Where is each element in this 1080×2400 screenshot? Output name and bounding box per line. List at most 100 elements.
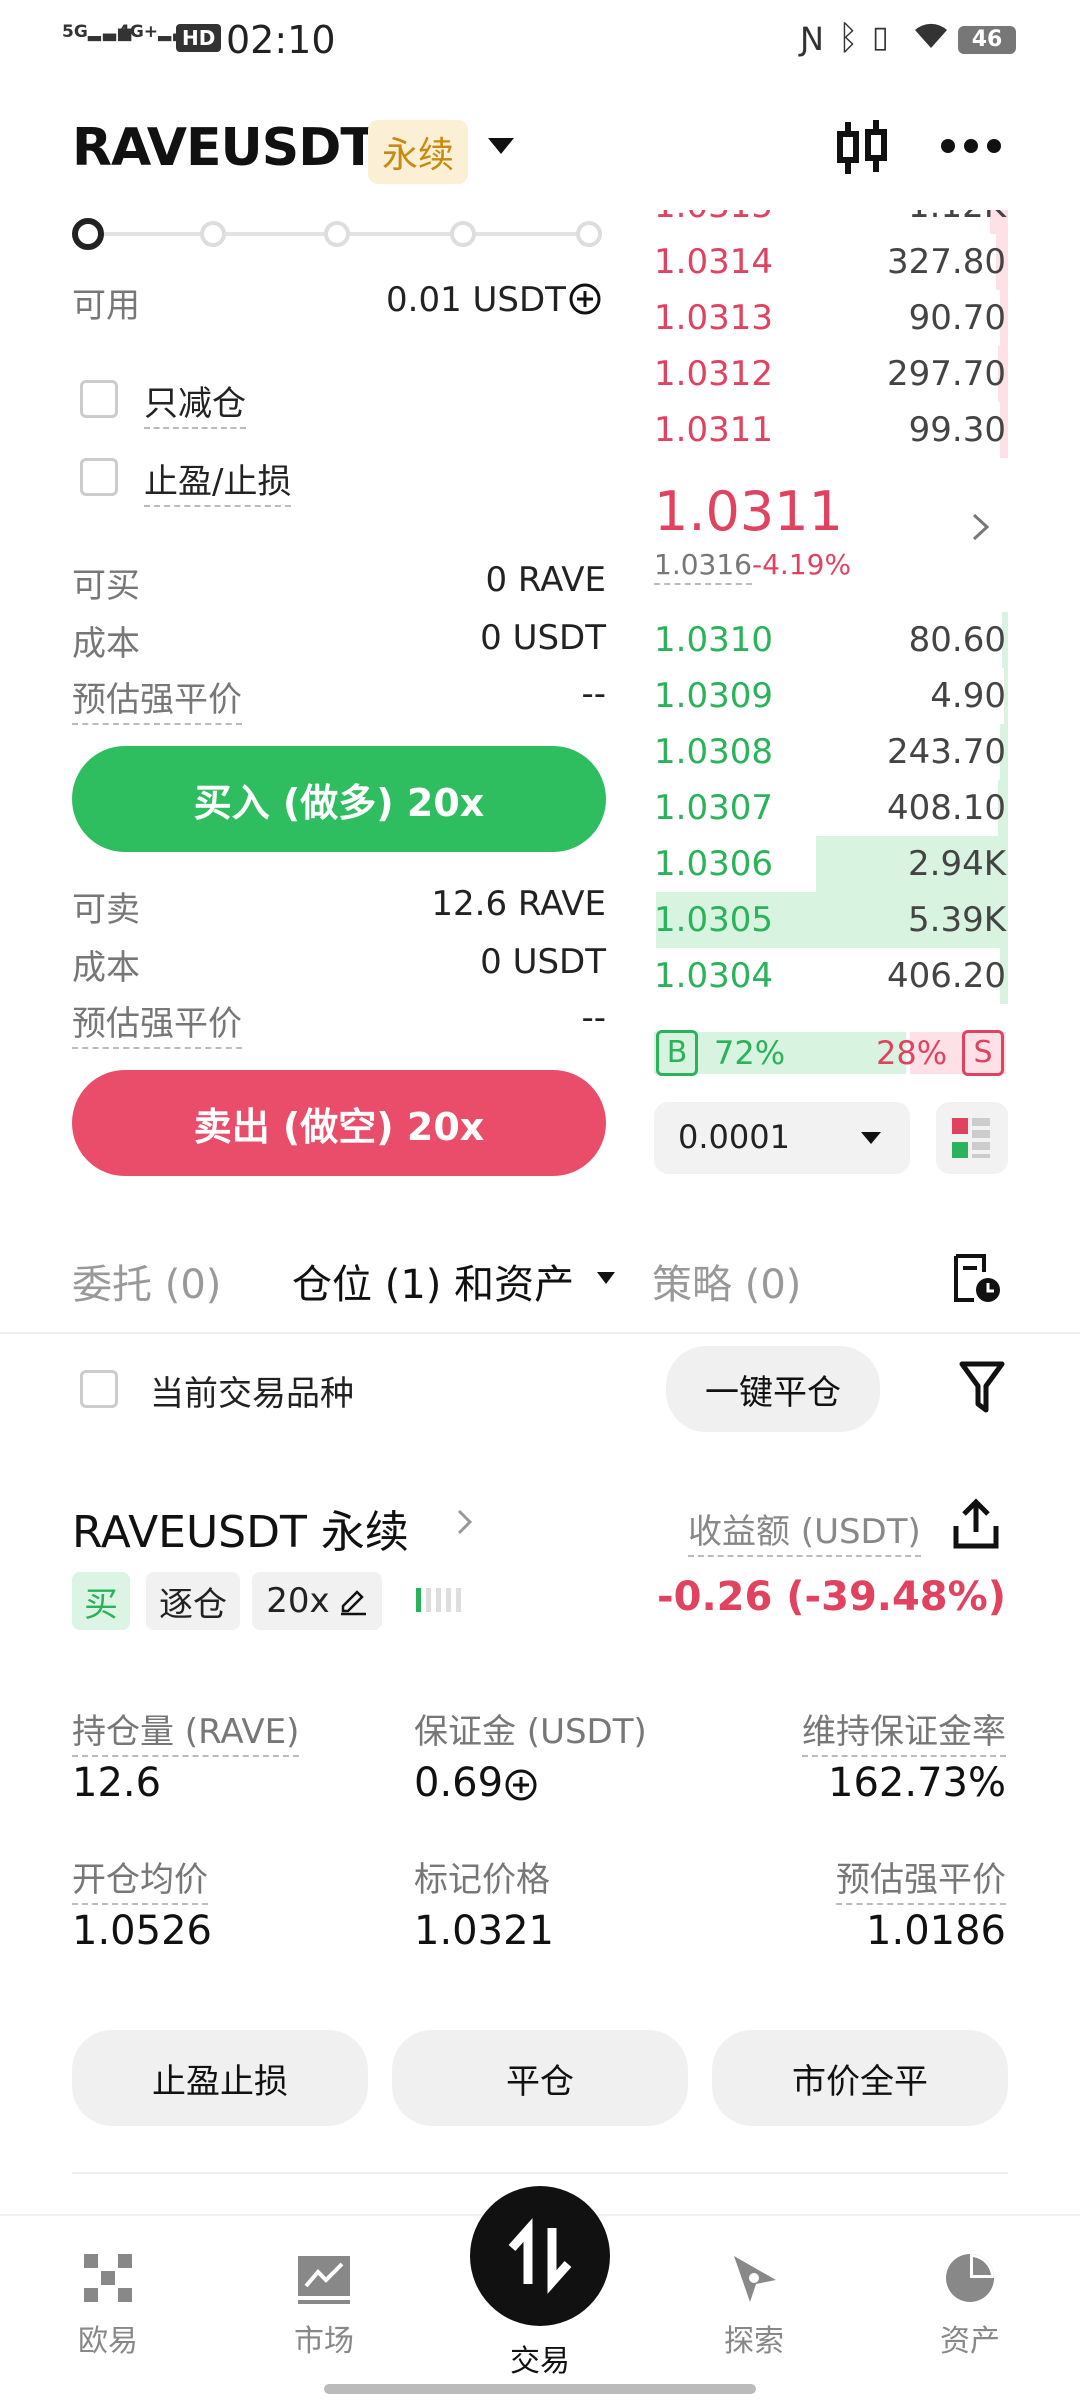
entry-price-label[interactable]: 开仓均价 [72,1852,208,1905]
nav-home[interactable]: 欧易 [40,2250,176,2360]
buy-liq-value: -- [581,674,606,714]
market-close-button[interactable]: 市价全平 [712,2030,1008,2126]
ask-row[interactable]: 1.0312 297.70 [654,346,1006,402]
buy-liq-label[interactable]: 预估强平价 [72,672,242,725]
order-book: 1.03151.12K 1.0314327.80 1.031390.70 1.0… [654,210,1008,1190]
market-chart-icon [296,2250,352,2306]
add-funds-icon[interactable] [568,282,602,320]
max-buy-value: 0 RAVE [485,560,606,600]
buy-long-button[interactable]: 买入 (做多) 20x [72,746,606,852]
reduce-only-label[interactable]: 只减仓 [144,376,246,429]
position-chevron-icon[interactable] [456,1508,474,1540]
ask-row[interactable]: 1.03151.12K [654,210,1006,234]
section-divider [72,2172,1008,2174]
size-label[interactable]: 持仓量 (RAVE) [72,1704,300,1757]
pie-chart-icon [942,2250,998,2306]
nav-assets-label: 资产 [940,2324,1000,2359]
mark-price-label: 标记价格 [414,1860,550,1900]
available-label: 可用 [72,286,140,326]
sell-short-button[interactable]: 卖出 (做空) 20x [72,1070,606,1176]
candlestick-chart-icon[interactable] [832,118,892,182]
entry-price-value: 1.0526 [72,1908,212,1954]
bid-row[interactable]: 1.0305 5.39K [654,892,1006,948]
tab-positions[interactable]: 仓位 (1) 和资产 [292,1252,574,1310]
tp-sl-label[interactable]: 止盈/止损 [144,454,292,507]
current-symbol-checkbox[interactable] [80,1370,118,1408]
pair-title[interactable]: RAVEUSDT [72,118,376,178]
pnl-label[interactable]: 收益额 (USDT) [688,1504,921,1557]
bid-row[interactable]: 1.0310 80.60 [654,612,1006,668]
share-icon[interactable] [950,1496,1002,1556]
nav-explore-label: 探索 [724,2324,784,2359]
add-margin-icon[interactable] [504,1768,538,1806]
nav-home-label: 欧易 [78,2324,138,2359]
tp-sl-button[interactable]: 止盈止损 [72,2030,368,2126]
book-layout-icon[interactable] [936,1102,1008,1174]
tab-strategies[interactable]: 策略 (0) [652,1252,801,1310]
nav-explore[interactable]: 探索 [686,2250,822,2360]
close-position-button[interactable]: 平仓 [392,2030,688,2126]
compass-icon [726,2250,782,2306]
battery-icon: 46 [958,26,1016,54]
nfc-icon: Ɲ [800,20,824,58]
slider-stop[interactable] [324,221,350,247]
last-price[interactable]: 1.0311 [654,480,843,543]
bottom-nav: 欧易 市场 交易 探索 资产 [0,2186,1080,2400]
bid-row[interactable]: 1.0309 4.90 [654,668,1006,724]
bid-row[interactable]: 1.0308 243.70 [654,724,1006,780]
tp-sl-checkbox[interactable] [80,458,118,496]
reduce-only-checkbox[interactable] [80,380,118,418]
trade-icon [470,2186,610,2326]
tick-size-select[interactable]: 0.0001 [654,1102,910,1174]
buy-cost-label: 成本 [72,624,140,664]
slider-stop[interactable] [200,221,226,247]
liq-price-label[interactable]: 预估强平价 [836,1852,1006,1905]
hd-icon: HD [176,24,222,52]
bid-row[interactable]: 1.0307 408.10 [654,780,1006,836]
max-sell-label: 可卖 [72,890,140,930]
filter-icon[interactable] [958,1360,1006,1418]
slider-stop[interactable] [576,221,602,247]
risk-level-indicator[interactable] [416,1588,461,1612]
position-title[interactable]: RAVEUSDT 永续 [72,1496,409,1560]
close-all-button[interactable]: 一键平仓 [666,1346,880,1432]
leverage-chip[interactable]: 20x [252,1572,382,1630]
margin-mode-chip[interactable]: 逐仓 [146,1572,240,1630]
sell-ratio-value: 28% [876,1034,948,1072]
slider-handle[interactable] [72,218,104,250]
mmr-label[interactable]: 维持保证金率 [802,1704,1006,1757]
buy-cost-value: 0 USDT [480,618,606,658]
slider-stop[interactable] [450,221,476,247]
okx-logo-icon [80,2250,136,2306]
ask-row[interactable]: 1.0314 327.80 [654,234,1006,290]
current-symbol-label[interactable]: 当前交易品种 [150,1366,354,1415]
tick-size-value: 0.0001 [678,1118,790,1156]
bid-row[interactable]: 1.0306 2.94K [654,836,1006,892]
ask-row[interactable]: 1.0313 90.70 [654,290,1006,346]
liq-price-value: 1.0186 [866,1908,1006,1954]
nav-trade[interactable]: 交易 [470,2186,610,2400]
leverage-slider[interactable] [72,214,604,254]
order-history-icon[interactable] [950,1252,1004,1310]
leverage-value: 20x [266,1581,330,1621]
bid-row[interactable]: 1.0304 406.20 [654,948,1006,1004]
nav-assets[interactable]: 资产 [902,2250,1038,2360]
wifi-icon [912,20,950,54]
max-buy-label: 可买 [72,566,140,606]
mark-price-value: 1.0321 [414,1908,554,1954]
tab-orders[interactable]: 委托 (0) [72,1252,221,1310]
mark-price[interactable]: 1.0316 [654,548,752,585]
buy-sell-ratio-bar: B 72% 28% S [654,1030,1006,1076]
margin-value: 0.69 [414,1760,504,1806]
tab-positions-dropdown-icon[interactable] [596,1270,616,1289]
sell-cost-label: 成本 [72,948,140,988]
chevron-right-icon[interactable] [970,512,992,546]
edit-icon [340,1590,366,1616]
clock: 02:10 [226,18,336,62]
home-indicator[interactable] [324,2384,756,2394]
more-options-icon[interactable] [938,136,1004,160]
sell-liq-label[interactable]: 预估强平价 [72,996,242,1049]
nav-market[interactable]: 市场 [256,2250,392,2360]
pair-dropdown-icon[interactable] [486,136,516,160]
ask-row[interactable]: 1.0311 99.30 [654,402,1006,458]
